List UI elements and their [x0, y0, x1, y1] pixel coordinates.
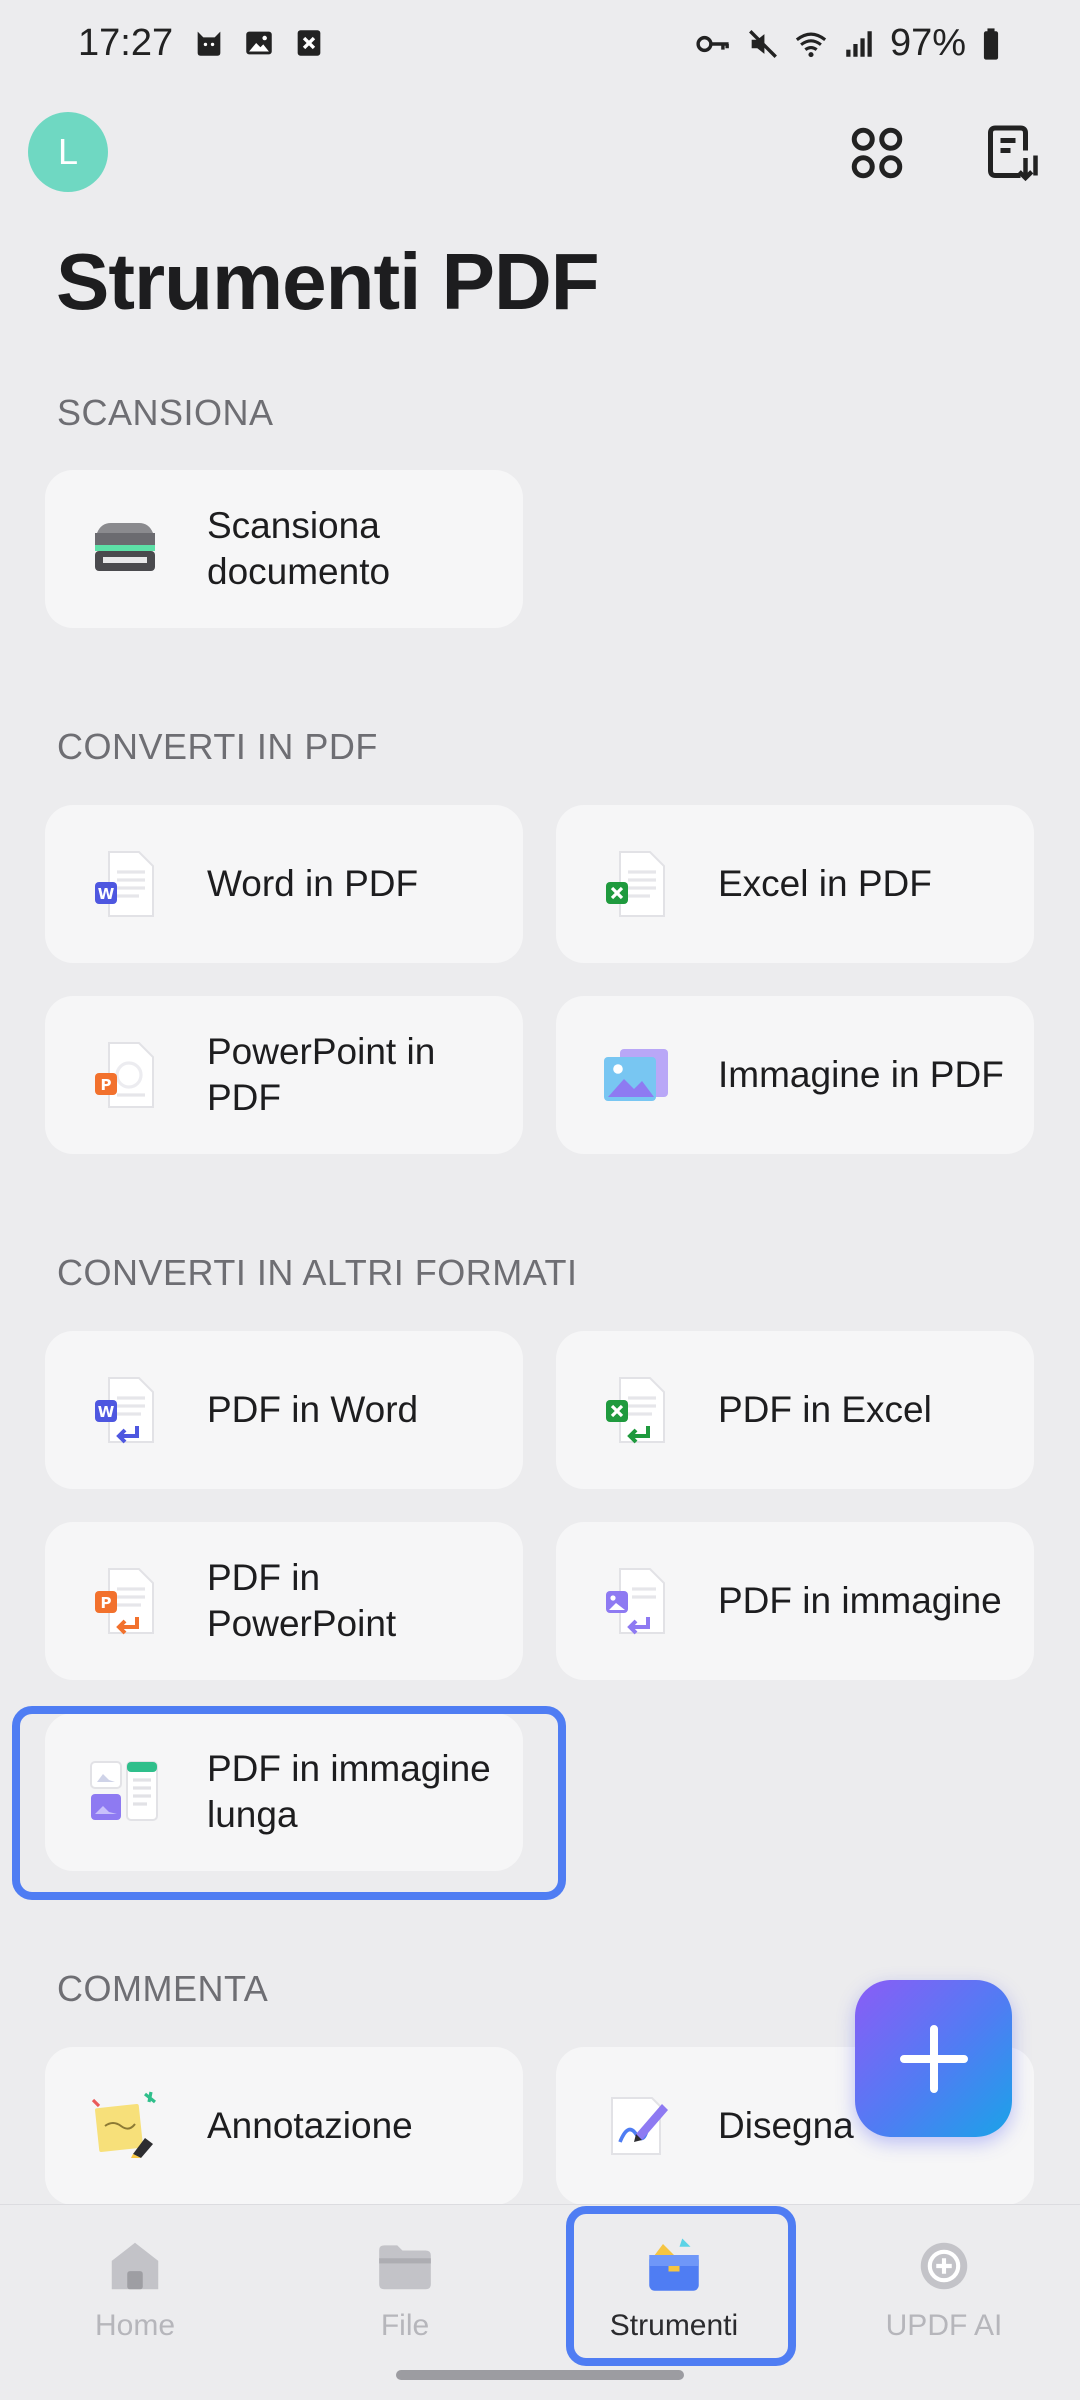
excel-doc-icon	[596, 844, 676, 924]
add-fab-button[interactable]	[855, 1980, 1012, 2137]
ai-icon	[911, 2233, 977, 2299]
plus-icon	[899, 2024, 968, 2093]
avatar-letter: L	[57, 131, 79, 172]
battery-icon	[983, 27, 999, 60]
tool-label: PDF in immagine	[718, 1580, 1002, 1621]
tool-label: Annotazione	[207, 2105, 413, 2146]
powerpoint-doc-icon: P	[85, 1035, 165, 1115]
svg-text:P: P	[101, 1594, 112, 1612]
section-header-other-formats: CONVERTI IN ALTRI FORMATI	[57, 1252, 578, 1293]
nav-label: Strumenti	[609, 2309, 739, 2342]
word-doc-icon: W	[85, 844, 165, 924]
status-time: 17:27	[78, 22, 174, 64]
sort-documents-button[interactable]	[978, 118, 1048, 188]
avatar[interactable]: L	[28, 112, 108, 192]
nav-label: File	[380, 2309, 430, 2342]
blocked-notification-icon	[297, 30, 321, 56]
pen-draw-icon	[596, 2086, 676, 2166]
mute-icon	[748, 29, 777, 58]
tool-image-to-pdf[interactable]: Immagine in PDF	[556, 996, 1034, 1154]
folder-icon	[372, 2233, 438, 2299]
vpn-key-icon	[696, 35, 729, 52]
tool-pdf-to-excel[interactable]: PDF in Excel	[556, 1331, 1034, 1489]
tool-excel-to-pdf[interactable]: Excel in PDF	[556, 805, 1034, 963]
svg-text:P: P	[101, 1076, 112, 1094]
battery-percentage: 97%	[889, 22, 966, 64]
nav-label: Home	[94, 2309, 176, 2342]
tool-scan-document[interactable]: Scansiona documento	[45, 470, 523, 628]
tool-label: PDF in immagine lunga	[207, 1748, 491, 1835]
scanner-icon	[85, 509, 165, 589]
sticky-note-icon	[85, 2086, 165, 2166]
nav-home[interactable]: Home	[35, 2205, 235, 2355]
wifi-icon	[795, 32, 827, 57]
page-title: Strumenti PDF	[56, 237, 600, 326]
grid-view-button[interactable]	[842, 118, 912, 188]
tool-label: Scansiona documento	[207, 505, 391, 592]
cat-notification-icon	[197, 31, 221, 56]
tool-label: Disegna	[718, 2105, 854, 2146]
toolbox-icon	[641, 2233, 707, 2299]
tool-label: PowerPoint in PDF	[207, 1031, 436, 1118]
tool-label: PDF in Word	[207, 1389, 419, 1430]
pdf-to-excel-icon	[596, 1370, 676, 1450]
pdf-to-long-image-icon	[85, 1752, 165, 1832]
svg-text:W: W	[98, 885, 115, 903]
image-doc-icon	[596, 1035, 676, 1115]
nav-tools[interactable]: Strumenti	[574, 2205, 774, 2355]
tool-pdf-to-long-image[interactable]: PDF in immagine lunga	[45, 1713, 523, 1871]
pdf-to-image-icon	[596, 1561, 676, 1641]
tool-label: Excel in PDF	[718, 863, 932, 904]
tool-label: Word in PDF	[207, 863, 419, 904]
signal-icon	[846, 30, 872, 57]
tool-label: Immagine in PDF	[718, 1054, 1004, 1095]
section-header-scan: SCANSIONA	[57, 392, 274, 433]
nav-file[interactable]: File	[305, 2205, 505, 2355]
grid-icon	[851, 127, 903, 179]
gallery-notification-icon	[246, 31, 272, 55]
tool-powerpoint-to-pdf[interactable]: P PowerPoint in PDF	[45, 996, 523, 1154]
tool-pdf-to-word[interactable]: W PDF in Word	[45, 1331, 523, 1489]
nav-updf-ai[interactable]: UPDF AI	[844, 2205, 1044, 2355]
status-bar: 17:27 97%	[0, 0, 1080, 90]
tool-annotation[interactable]: Annotazione	[45, 2047, 523, 2205]
section-header-comment: COMMENTA	[57, 1968, 269, 2009]
tool-label: PDF in Excel	[718, 1389, 932, 1430]
tool-pdf-to-powerpoint[interactable]: P PDF in PowerPoint	[45, 1522, 523, 1680]
tool-pdf-to-image[interactable]: PDF in immagine	[556, 1522, 1034, 1680]
svg-text:W: W	[98, 1403, 115, 1421]
tool-word-to-pdf[interactable]: W Word in PDF	[45, 805, 523, 963]
home-icon	[102, 2233, 168, 2299]
document-sort-icon	[988, 125, 1038, 182]
pdf-to-word-icon: W	[85, 1370, 165, 1450]
section-header-to-pdf: CONVERTI IN PDF	[57, 726, 378, 767]
pdf-to-powerpoint-icon: P	[85, 1561, 165, 1641]
tool-label: PDF in PowerPoint	[207, 1557, 397, 1644]
home-indicator[interactable]	[396, 2370, 684, 2380]
nav-label: UPDF AI	[885, 2309, 1003, 2342]
